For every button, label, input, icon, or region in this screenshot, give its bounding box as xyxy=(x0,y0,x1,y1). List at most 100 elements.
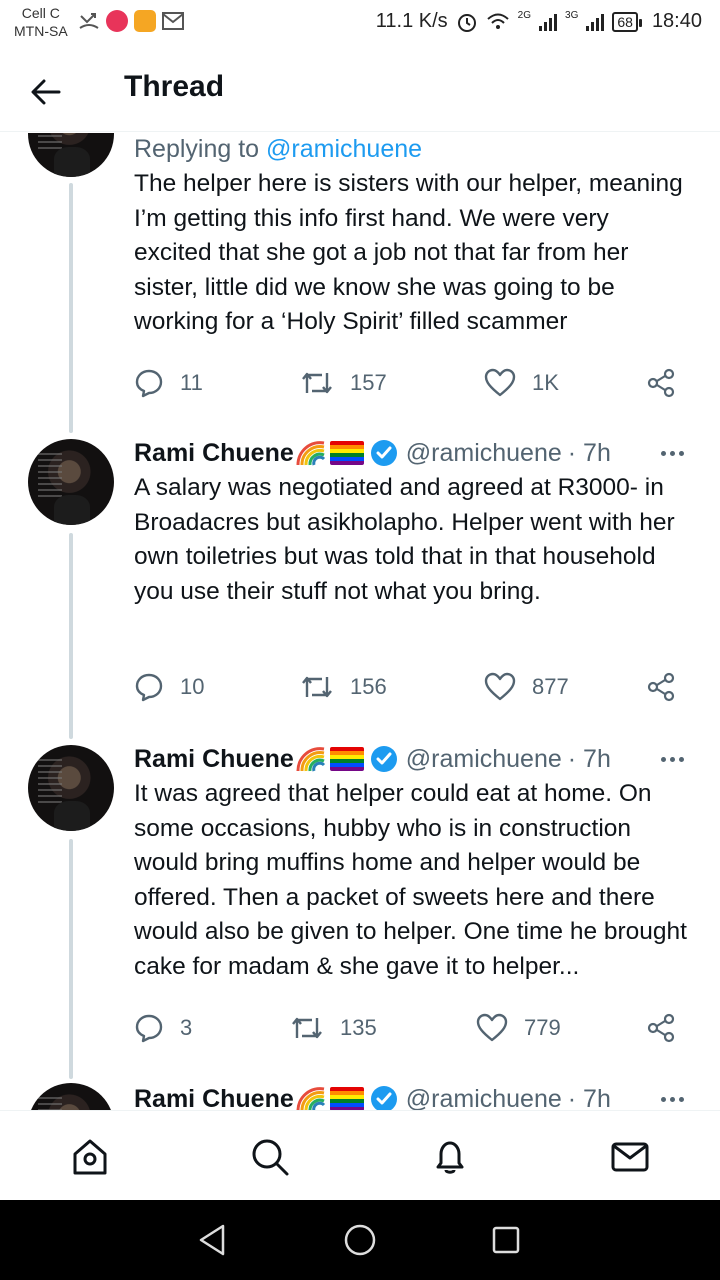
author-name[interactable]: Rami Chuene xyxy=(134,1083,294,1110)
system-back-button[interactable] xyxy=(192,1220,232,1260)
more-options-button[interactable] xyxy=(652,743,692,775)
share-button[interactable] xyxy=(646,368,692,398)
thread-connector xyxy=(69,839,73,1079)
pride-flag-icon xyxy=(329,441,364,465)
clock: 18:40 xyxy=(651,10,702,32)
heart-icon xyxy=(484,672,516,701)
system-home-button[interactable] xyxy=(340,1220,380,1260)
system-navigation-bar xyxy=(0,1200,720,1280)
thread-feed[interactable]: Replying to @ramichuene The helper here … xyxy=(0,133,720,1110)
like-button[interactable]: 779 xyxy=(476,1013,561,1043)
network-speed: 11.1 K/s xyxy=(375,10,448,32)
retweet-count: 135 xyxy=(340,1015,377,1040)
retweet-count: 157 xyxy=(350,370,387,395)
search-icon xyxy=(252,1139,289,1176)
avatar[interactable] xyxy=(28,1083,114,1110)
reply-icon xyxy=(135,1014,163,1043)
reply-count: 3 xyxy=(180,1015,193,1040)
share-button[interactable] xyxy=(646,672,692,702)
author-handle[interactable]: @ramichuene xyxy=(406,743,562,775)
author-name[interactable]: Rami Chuene xyxy=(134,743,294,775)
reply-count: 10 xyxy=(180,674,205,699)
avatar[interactable] xyxy=(28,745,114,831)
share-icon xyxy=(647,368,675,398)
retweet-button[interactable]: 156 xyxy=(300,673,387,701)
tweet[interactable]: Rami Chuene @ramichuene · 7h It was agre… xyxy=(0,743,720,1079)
status-bar: Cell C MTN-SA 11.1 K/s 2G 3G 68 18:40 xyxy=(0,0,720,48)
signal-3g-label: 3G xyxy=(565,10,579,21)
signal-icon xyxy=(539,13,558,31)
messages-icon xyxy=(611,1142,649,1172)
app-notification-icon xyxy=(106,10,128,32)
replying-handle-link[interactable]: @ramichuene xyxy=(266,135,422,163)
thread-connector xyxy=(69,533,73,739)
share-button[interactable] xyxy=(646,1013,692,1043)
retweet-button[interactable]: 135 xyxy=(290,1014,377,1042)
reply-icon xyxy=(135,673,163,702)
retweet-count: 156 xyxy=(350,674,387,699)
tweet-text: It was agreed that helper could eat at h… xyxy=(134,780,687,980)
like-count: 877 xyxy=(532,674,569,699)
retweet-button[interactable]: 157 xyxy=(300,369,387,397)
tweet[interactable]: Rami Chuene @ramichuene · 7h A salary wa… xyxy=(0,437,720,739)
verified-badge-icon xyxy=(370,439,398,467)
wifi-icon xyxy=(487,13,509,29)
rainbow-emoji-icon xyxy=(296,745,326,773)
retweet-icon xyxy=(302,676,332,698)
triangle-back-icon xyxy=(199,1224,225,1256)
video-app-icon xyxy=(134,10,156,32)
share-icon xyxy=(647,672,675,702)
nav-home[interactable] xyxy=(68,1135,112,1179)
heart-icon xyxy=(476,1013,508,1042)
pride-flag-icon xyxy=(329,747,364,771)
author-handle[interactable]: @ramichuene xyxy=(406,437,562,469)
home-icon xyxy=(73,1139,107,1175)
tweet-text: A salary was negotiated and agreed at R3… xyxy=(134,474,675,605)
thread-connector xyxy=(69,183,73,433)
author-handle[interactable]: @ramichuene xyxy=(406,1083,562,1110)
more-options-button[interactable] xyxy=(652,437,692,469)
circle-home-icon xyxy=(344,1224,376,1256)
bottom-navigation xyxy=(0,1110,720,1200)
system-recents-button[interactable] xyxy=(486,1220,526,1260)
back-button[interactable] xyxy=(26,72,66,112)
rainbow-emoji-icon xyxy=(296,1085,326,1110)
dot-icon xyxy=(660,450,666,456)
replying-to: Replying to @ramichuene xyxy=(134,135,423,163)
author-name[interactable]: Rami Chuene xyxy=(134,437,294,469)
dot-icon xyxy=(660,1096,666,1102)
tweet[interactable]: Rami Chuene @ramichuene · 7h xyxy=(0,1083,720,1110)
reply-button[interactable]: 3 xyxy=(134,1013,192,1043)
more-options-button[interactable] xyxy=(652,1083,692,1110)
rainbow-emoji-icon xyxy=(296,439,326,467)
like-count: 779 xyxy=(524,1015,561,1040)
tweet-time: · 7h xyxy=(567,745,611,773)
nav-search[interactable] xyxy=(248,1135,292,1179)
nav-messages[interactable] xyxy=(608,1135,652,1179)
signal-icon xyxy=(586,13,605,31)
tweet-text: The helper here is sisters with our help… xyxy=(134,170,683,336)
avatar[interactable] xyxy=(28,133,114,177)
verified-badge-icon xyxy=(370,1085,398,1110)
like-count: 1K xyxy=(532,370,559,395)
heart-icon xyxy=(484,368,516,397)
reply-button[interactable]: 11 xyxy=(134,368,203,398)
dot-icon xyxy=(660,756,666,762)
missed-call-icon xyxy=(79,13,99,29)
like-button[interactable]: 1K xyxy=(484,368,559,398)
like-button[interactable]: 877 xyxy=(484,672,569,702)
pride-flag-icon xyxy=(329,1087,364,1110)
share-icon xyxy=(647,1013,675,1043)
reply-count: 11 xyxy=(180,370,203,395)
tweet-time: · 7h xyxy=(567,439,611,467)
mail-icon xyxy=(162,12,184,30)
retweet-icon xyxy=(302,372,332,394)
nav-notifications[interactable] xyxy=(428,1135,472,1179)
carrier-label: Cell C MTN-SA xyxy=(14,5,68,39)
reply-button[interactable]: 10 xyxy=(134,672,204,702)
app-header: Thread xyxy=(0,48,720,132)
tweet[interactable]: Replying to @ramichuene The helper here … xyxy=(0,133,720,433)
avatar[interactable] xyxy=(28,439,114,525)
square-recents-icon xyxy=(492,1226,520,1254)
verified-badge-icon xyxy=(370,745,398,773)
